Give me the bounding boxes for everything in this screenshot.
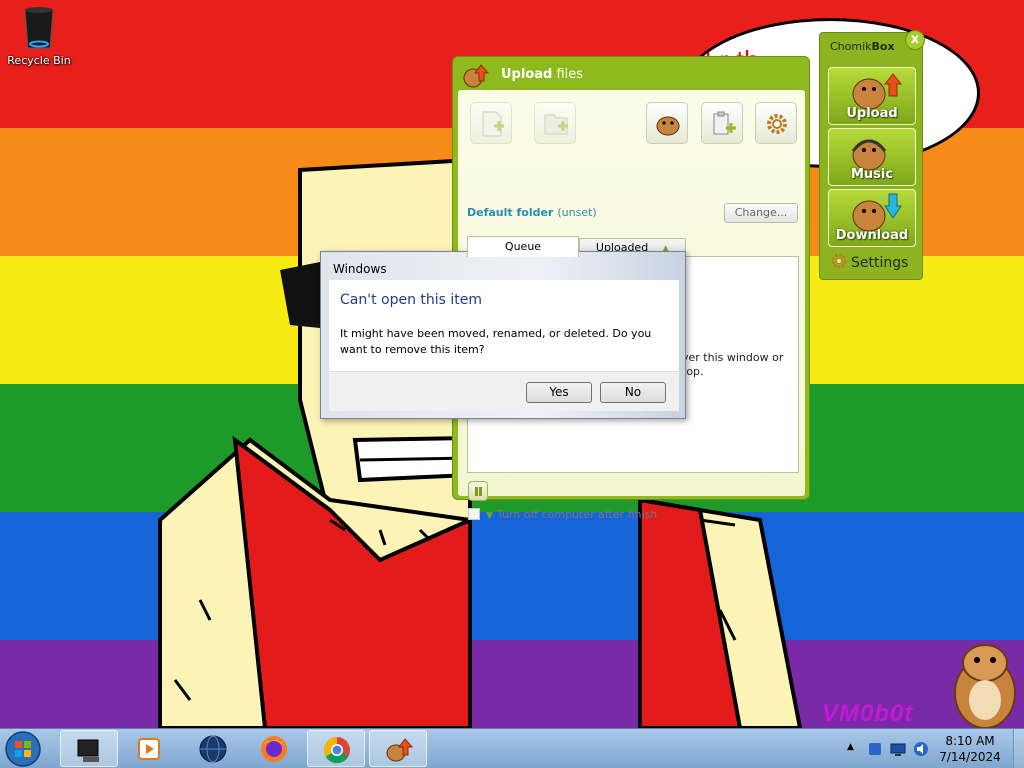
taskbar-item-network[interactable] [184, 730, 242, 767]
recycle-bin-label: Recycle Bin [7, 54, 71, 67]
chomikbox-music-label: Music [850, 167, 894, 182]
chrome-icon [323, 736, 350, 764]
chomikbox-upload-label: Upload [846, 106, 898, 121]
chomik-tray-icon[interactable] [867, 741, 883, 757]
chomikbox-download-button[interactable]: Download [828, 189, 916, 247]
show-desktop-button[interactable] [1013, 729, 1024, 768]
watermark-text: VM0b0t [822, 700, 914, 727]
chomik-upload-icon [386, 738, 414, 762]
settings-button[interactable] [755, 102, 797, 144]
shutdown-label: Turn off computer after finish [496, 508, 658, 521]
taskbar-clock[interactable]: 8:10 AM 7/14/2024 [939, 733, 1001, 765]
start-button[interactable] [4, 730, 44, 768]
chomikbox-close-button[interactable]: x [905, 30, 925, 50]
add-folder-icon [544, 114, 568, 135]
clock-date: 7/14/2024 [939, 750, 1001, 764]
recycle-bin-desktop-icon[interactable]: Recycle Bin [4, 4, 74, 67]
chomik-upload-icon [463, 64, 490, 88]
taskbar-item-chomikbox[interactable] [369, 730, 427, 767]
taskbar-item-chrome[interactable] [307, 730, 365, 767]
upload-window-title: Upload files [501, 67, 584, 82]
chomikbox-title: ChomikBox [830, 40, 895, 53]
clock-time: 8:10 AM [945, 734, 995, 748]
dialog-title: Windows [333, 262, 387, 276]
system-tray: ▲ 8:10 AM 7/14/2024 [839, 729, 1024, 768]
hamster-upload-icon [852, 73, 903, 110]
default-folder: Default folder (unset) [467, 206, 597, 219]
chomikbox-music-button[interactable]: Music [828, 128, 916, 186]
chomikbox-settings-button[interactable]: Settings [830, 252, 908, 271]
gear-icon [767, 114, 787, 134]
cant-open-item-dialog: Windows Can't open this item It might ha… [320, 251, 686, 419]
hamster-headphones-icon [851, 139, 887, 171]
chomikbox-settings-label: Settings [851, 255, 909, 271]
dialog-message: It might have been moved, renamed, or de… [340, 327, 652, 356]
default-folder-label: Default folder [467, 206, 554, 219]
dialog-heading: Can't open this item [340, 292, 483, 308]
taskbar-item-media-player[interactable] [120, 730, 178, 767]
tab-queue[interactable]: Queue [467, 236, 579, 257]
globe-icon [199, 735, 227, 763]
upload-window-titlebar[interactable]: Upload files [453, 57, 809, 91]
volume-icon[interactable] [913, 741, 929, 757]
chomik-account-button[interactable] [646, 102, 688, 144]
chomikbox-upload-button[interactable]: Upload [828, 67, 916, 125]
dialog-footer: Yes No [329, 371, 679, 411]
taskbar-item-explorer[interactable] [60, 730, 118, 767]
add-folder-button[interactable] [534, 102, 576, 144]
default-folder-value: (unset) [557, 206, 597, 219]
taskbar: ▲ 8:10 AM 7/14/2024 [0, 728, 1024, 768]
media-player-icon [138, 738, 160, 760]
change-folder-button[interactable]: Change... [724, 203, 798, 223]
taskbar-item-firefox[interactable] [245, 730, 303, 767]
hamster-download-icon [852, 193, 902, 232]
clipboard-add-icon [713, 111, 736, 135]
add-file-icon [482, 111, 504, 137]
windows-start-icon [5, 731, 41, 767]
yes-button[interactable]: Yes [526, 382, 592, 403]
triangle-down-icon: ▼ [486, 511, 493, 521]
recycle-bin-icon [24, 7, 54, 49]
shutdown-after-finish-option[interactable]: ▼ Turn off computer after finish [468, 508, 657, 521]
hamster-icon [656, 116, 680, 136]
chomikbox-panel: ChomikBox x Upload Music Download Settin… [819, 30, 925, 280]
show-hidden-icons-button[interactable]: ▲ [847, 742, 854, 752]
clipboard-add-button[interactable] [701, 102, 743, 144]
queue-drop-hint: ver this window or top. [682, 351, 784, 378]
computer-icon [77, 739, 99, 762]
network-icon[interactable] [890, 741, 906, 757]
dialog-body: Can't open this item It might have been … [329, 280, 679, 371]
firefox-icon [261, 736, 287, 762]
chomikbox-download-label: Download [835, 228, 909, 243]
gear-icon [831, 253, 847, 269]
no-button[interactable]: No [600, 382, 666, 403]
shutdown-checkbox[interactable] [468, 508, 480, 520]
add-file-button[interactable] [470, 102, 512, 144]
pause-button[interactable] [468, 481, 488, 501]
